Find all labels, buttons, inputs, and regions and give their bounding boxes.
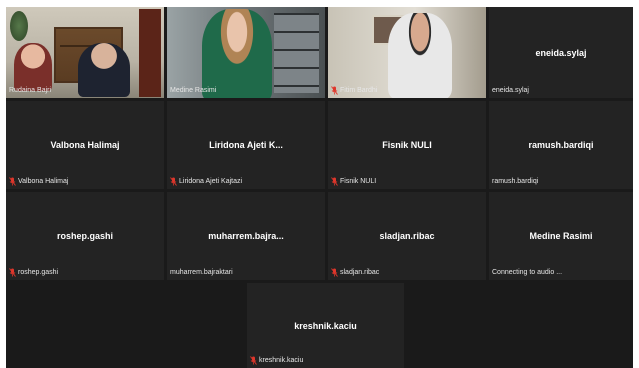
participant-name: Fisnik NULI	[340, 177, 377, 185]
participant-center-name: sladjan.ribac	[379, 231, 435, 241]
participant-center-name: muharrem.bajra...	[208, 231, 284, 241]
participant-name-label: Valbona Halimaj	[9, 176, 68, 186]
participant-name-label: Rudaina Bajri	[9, 85, 51, 95]
participant-name-label: Liridona Ajeti Kajtazi	[170, 176, 242, 186]
participant-name-label: ramush.bardiqi	[492, 176, 538, 186]
participant-video-person	[388, 13, 452, 98]
bookshelf-decor	[274, 13, 319, 93]
participant-video-person	[14, 43, 52, 91]
participant-name-label: Fisnik NULI	[331, 176, 376, 186]
participant-name: roshep.gashi	[18, 268, 59, 276]
participant-tile-11[interactable]: sladjan.ribac sladjan.ribac	[328, 192, 486, 280]
participant-name-label: Medine Rasimi	[170, 85, 216, 95]
participant-video-person	[78, 43, 130, 97]
participant-name: Valbona Halimaj	[18, 177, 69, 185]
participant-name: Rudaina Bajri	[9, 86, 52, 94]
mic-muted-icon	[250, 355, 257, 365]
participant-name: eneida.sylaj	[492, 86, 529, 94]
participant-tile-3[interactable]: Fitim Bardhi	[328, 7, 486, 98]
mic-muted-icon	[331, 85, 338, 95]
participant-center-name: Liridona Ajeti K...	[209, 140, 283, 150]
participant-center-name: kreshnik.kaciu	[294, 320, 357, 331]
participant-center-name: eneida.sylaj	[535, 47, 587, 58]
participant-status-text: Connecting to audio ...	[492, 268, 563, 276]
mic-muted-icon	[331, 176, 338, 186]
participant-name: kreshnik.kaciu	[259, 356, 304, 364]
participant-tile-7[interactable]: Fisnik NULI Fisnik NULI	[328, 101, 486, 189]
participant-tile-4[interactable]: eneida.sylaj eneida.sylaj	[489, 7, 633, 98]
participant-tile-10[interactable]: muharrem.bajra... muharrem.bajraktari	[167, 192, 325, 280]
participant-tile-9[interactable]: roshep.gashi roshep.gashi	[6, 192, 164, 280]
plant-decor	[10, 11, 28, 41]
participant-name: sladjan.ribac	[340, 268, 380, 276]
participant-name-label: eneida.sylaj	[492, 85, 529, 95]
participant-tile-12[interactable]: Medine Rasimi Connecting to audio ...	[489, 192, 633, 280]
door-decor	[139, 9, 161, 97]
mic-muted-icon	[331, 267, 338, 277]
participant-center-name: Fisnik NULI	[382, 140, 432, 150]
participant-tile-8[interactable]: ramush.bardiqi ramush.bardiqi	[489, 101, 633, 189]
participant-tile-6[interactable]: Liridona Ajeti K... Liridona Ajeti Kajta…	[167, 101, 325, 189]
participant-tile-2[interactable]: Medine Rasimi	[167, 7, 325, 98]
mic-muted-icon	[9, 267, 16, 277]
mic-muted-icon	[9, 176, 16, 186]
participant-center-name: Medine Rasimi	[529, 231, 593, 241]
participant-tile-5[interactable]: Valbona Halimaj Valbona Halimaj	[6, 101, 164, 189]
participant-name-label: Connecting to audio ...	[492, 267, 562, 277]
video-gallery: Rudaina Bajri Medine Rasimi Fitim Bardhi…	[6, 7, 633, 368]
participant-name-label: sladjan.ribac	[331, 267, 379, 277]
participant-name-label: kreshnik.kaciu	[250, 355, 303, 365]
participant-center-name: Valbona Halimaj	[50, 140, 120, 150]
participant-center-name: roshep.gashi	[56, 231, 113, 241]
participant-name-label: muharrem.bajraktari	[170, 267, 233, 277]
mic-muted-icon	[170, 176, 177, 186]
participant-name: ramush.bardiqi	[492, 177, 539, 185]
participant-name-label: roshep.gashi	[9, 267, 58, 277]
participant-center-name: ramush.bardiqi	[528, 140, 594, 150]
participant-name: Liridona Ajeti Kajtazi	[179, 177, 243, 185]
participant-tile-13[interactable]: kreshnik.kaciu kreshnik.kaciu	[247, 283, 404, 368]
participant-tile-1[interactable]: Rudaina Bajri	[6, 7, 164, 98]
participant-name: muharrem.bajraktari	[170, 268, 233, 276]
participant-name-label: Fitim Bardhi	[331, 85, 377, 95]
participant-name: Medine Rasimi	[170, 86, 217, 94]
participant-name: Fitim Bardhi	[340, 86, 378, 94]
